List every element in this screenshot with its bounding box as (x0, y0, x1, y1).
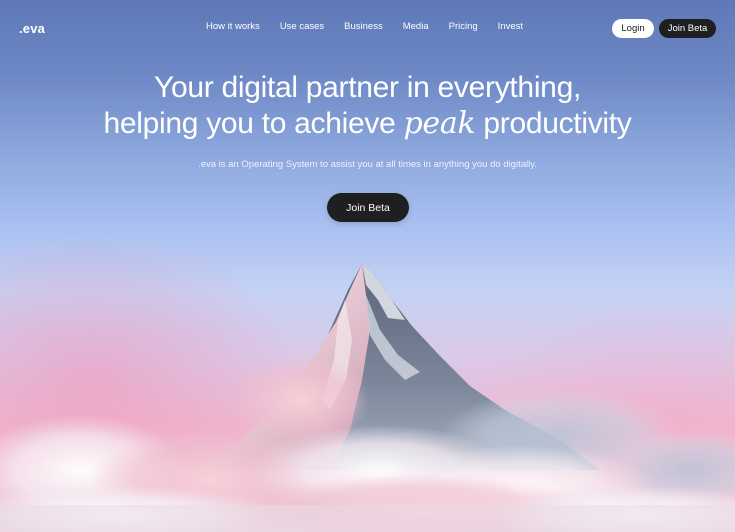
nav-item-business[interactable]: Business (344, 21, 383, 32)
join-beta-nav-button[interactable]: Join Beta (659, 19, 716, 38)
headline-line-2-end: productivity (475, 107, 632, 140)
nav-item-how-it-works[interactable]: How it works (206, 21, 260, 32)
headline-line-2-start: helping you to achieve (103, 107, 404, 140)
headline-emphasis-peak: peak (403, 106, 476, 141)
nav-item-use-cases[interactable]: Use cases (280, 21, 324, 32)
join-beta-cta-button[interactable]: Join Beta (327, 193, 409, 222)
hero-section: .eva How it works Use cases Business Med… (0, 0, 735, 532)
hero-headline: Your digital partner in everything, help… (0, 70, 735, 142)
nav-item-pricing[interactable]: Pricing (449, 21, 478, 32)
nav-item-invest[interactable]: Invest (498, 21, 523, 32)
login-button[interactable]: Login (612, 19, 654, 38)
hero-subtitle: .eva is an Operating System to assist yo… (198, 159, 537, 170)
headline-line-1: Your digital partner in everything, (154, 71, 581, 104)
nav-item-media[interactable]: Media (403, 21, 429, 32)
